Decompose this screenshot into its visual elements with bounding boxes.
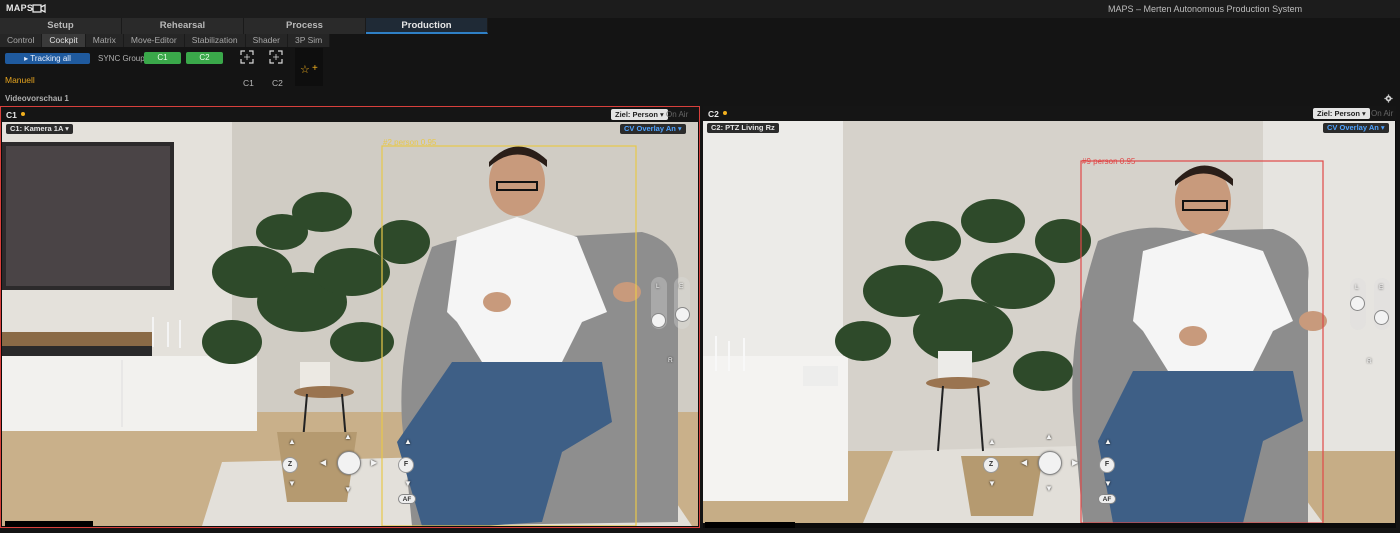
pane-header: C1 Ziel: Person ▾ On Air [1,107,699,122]
arrow-up-icon[interactable]: ▲ [988,437,996,446]
zoom-button[interactable]: Z [282,457,298,473]
slider-label-l: L [656,283,660,290]
arrow-left-icon[interactable]: ◀ [1021,458,1027,467]
camera-select[interactable]: C2: PTZ Living Rz [707,123,779,133]
title-bar: MAPS MAPS – Merten Autonomous Production… [0,0,1400,18]
focus-frame-icon[interactable] [240,50,254,64]
tab-rehearsal[interactable]: Rehearsal [122,18,244,34]
status-dot [21,112,25,116]
sync-group-label: SYNC Group [98,54,145,63]
focus-c2-label: C2 [272,78,283,88]
on-air-indicator[interactable]: On Air [1371,109,1393,118]
camera-pane-c2[interactable]: C2 Ziel: Person ▾ On Air C2: PTZ Living … [703,106,1396,528]
pane-title: C2 [708,109,719,119]
mode-label: Manuell [5,75,35,85]
arrow-right-icon[interactable]: ▶ [371,458,377,467]
window-title: MAPS – Merten Autonomous Production Syst… [1108,4,1303,14]
arrow-down-icon[interactable]: ▼ [1045,484,1053,493]
arrow-down-icon[interactable]: ▼ [988,479,996,488]
subtab-move-editor[interactable]: Move-Editor [124,34,185,47]
settings-gear-icon[interactable] [1384,94,1393,103]
ptz-joystick[interactable] [337,451,361,475]
camera-select[interactable]: C1: Kamera 1A ▾ [6,124,73,134]
slider-label-e: E [679,283,684,290]
arrow-up-icon[interactable]: ▲ [1045,432,1053,441]
app-logo: MAPS [6,3,34,13]
subtab-matrix[interactable]: Matrix [86,34,124,47]
detection-label: #9 person 0.95 [1082,157,1136,166]
slider-label-e: E [1379,284,1384,291]
focus-frame-icon[interactable] [269,50,283,64]
slider-knob-right[interactable] [1374,310,1389,325]
star-icon[interactable]: ☆ [300,63,310,76]
progress-strip [705,522,795,528]
progress-strip [5,521,93,527]
arrow-up-icon[interactable]: ▲ [1104,437,1112,446]
arrow-up-icon[interactable]: ▲ [344,432,352,441]
target-select[interactable]: Ziel: Person ▾ [1313,108,1370,119]
sync-c1-button[interactable]: C1 [144,52,181,64]
sub-tabs: Control Cockpit Matrix Move-Editor Stabi… [0,34,331,47]
arrow-left-icon[interactable]: ◀ [320,458,326,467]
slider-knob-left[interactable] [651,313,666,328]
arrow-up-icon[interactable]: ▲ [288,437,296,446]
ptz-joystick[interactable] [1038,451,1062,475]
pane-header: C2 Ziel: Person ▾ On Air [703,106,1396,121]
focus-button[interactable]: F [1099,457,1115,473]
subtab-shader[interactable]: Shader [246,34,288,47]
cv-overlay-toggle[interactable]: CV Overlay An ▾ [1323,123,1389,133]
on-air-indicator[interactable]: On Air [666,110,688,119]
camera-logo-icon [32,3,46,14]
focus-button[interactable]: F [398,457,414,473]
arrow-right-icon[interactable]: ▶ [1072,458,1078,467]
slider-label-l: L [1355,284,1359,291]
arrow-down-icon[interactable]: ▼ [404,479,412,488]
autofocus-button[interactable]: AF [1098,494,1116,504]
status-dot [723,111,727,115]
focus-c1-label: C1 [243,78,254,88]
section-title: Videovorschau 1 [5,94,69,103]
slider-knob-right[interactable] [675,307,690,322]
subtab-cockpit[interactable]: Cockpit [42,34,86,47]
subtab-stabilization[interactable]: Stabilization [185,34,246,47]
camera-pane-c1[interactable]: C1 Ziel: Person ▾ On Air C1: Kamera 1A ▾… [0,106,700,528]
arrow-up-icon[interactable]: ▲ [404,437,412,446]
slider-label-r: R [1367,358,1372,365]
arrow-down-icon[interactable]: ▼ [1104,479,1112,488]
slider-knob-left[interactable] [1350,296,1365,311]
autofocus-button[interactable]: AF [398,494,416,504]
detection-label: #2 person 0.95 [383,138,437,147]
subtab-control[interactable]: Control [0,34,43,47]
arrow-down-icon[interactable]: ▼ [288,479,296,488]
main-tabs: Setup Rehearsal Process Production [0,18,488,34]
slider-label-r: R [668,357,673,364]
subtab-3p-sim[interactable]: 3P Sim [288,34,331,47]
arrow-down-icon[interactable]: ▼ [344,485,352,494]
tab-setup[interactable]: Setup [0,18,122,34]
tracking-all-button[interactable]: ▸ Tracking all [5,53,90,64]
target-select[interactable]: Ziel: Person ▾ [611,109,668,120]
zoom-button[interactable]: Z [983,457,999,473]
plus-icon[interactable]: + [312,63,318,74]
sync-c2-button[interactable]: C2 [186,52,223,64]
tab-process[interactable]: Process [244,18,366,34]
pane-title: C1 [6,110,17,120]
tab-production[interactable]: Production [366,18,488,34]
cv-overlay-toggle[interactable]: CV Overlay An ▾ [620,124,686,134]
